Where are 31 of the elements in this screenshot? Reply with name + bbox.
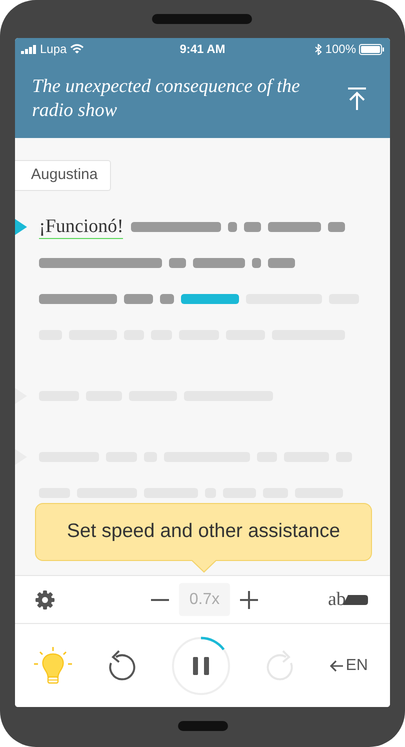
paragraph-marker[interactable] (15, 388, 27, 404)
highlight-button[interactable]: ab (328, 588, 370, 610)
scroll-to-top-icon (347, 87, 367, 111)
story-title: The unexpected consequence of the radio show (32, 75, 301, 123)
bluetooth-icon (315, 44, 322, 54)
status-time: 9:41 AM (178, 41, 226, 58)
speaker-tag: Augustina (15, 160, 111, 191)
home-slot (178, 721, 228, 731)
paragraph-marker[interactable] (15, 449, 27, 465)
rewind-icon (106, 650, 137, 682)
language-button[interactable]: EN (328, 654, 368, 678)
wifi-icon (70, 44, 84, 54)
lightbulb-icon (33, 646, 73, 686)
pause-button[interactable] (170, 636, 231, 696)
carrier-name: Lupa (40, 41, 67, 58)
faster-button[interactable] (239, 590, 259, 610)
battery-icon (359, 44, 384, 54)
spoken-word[interactable]: ¡Funcionó! (39, 216, 124, 238)
minus-icon (151, 598, 169, 600)
settings-button[interactable] (35, 590, 55, 610)
battery-percent: 100% (325, 41, 356, 58)
settings-icon (35, 590, 55, 610)
forward-icon (264, 650, 295, 682)
paragraph-marker[interactable] (15, 219, 27, 235)
pointer-icon (192, 560, 216, 573)
speed-value: 0.7x (179, 583, 230, 616)
plus-icon (240, 590, 258, 608)
scroll-to-top-button[interactable] (346, 86, 368, 112)
signal-icon (21, 44, 37, 54)
tooltip: Set speed and other assistance (35, 503, 372, 561)
back-arrow-icon (328, 660, 343, 672)
